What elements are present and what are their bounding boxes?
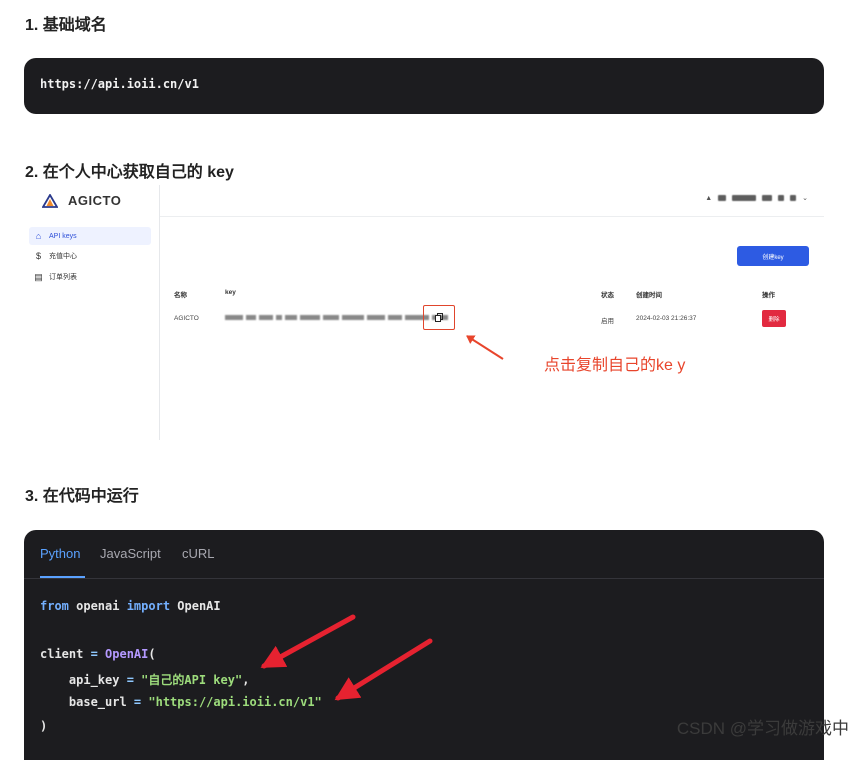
sidebar-item-label: 充值中心 [49, 253, 77, 260]
dashboard-screenshot: AGICTO ⌂ API keys $ 充值中心 ▤ 订单列表 ▲ ⌄ 创建ke… [24, 185, 824, 440]
base-url-code: https://api.ioii.cn/v1 [40, 77, 199, 91]
sidebar-item-label: 订单列表 [49, 274, 77, 281]
copy-icon [435, 313, 443, 322]
avatar-icon: ▲ [705, 194, 713, 202]
dollar-icon: $ [35, 250, 41, 261]
agicto-logo-icon [42, 193, 58, 208]
column-header-key: key [225, 289, 236, 296]
dashboard-topbar: ▲ ⌄ [160, 185, 824, 217]
masked-user-info [778, 195, 785, 201]
dashboard-logo: AGICTO [42, 193, 121, 208]
masked-key-value [225, 315, 448, 320]
section-1-heading: 1. 基础域名 [25, 17, 107, 34]
section-3-heading: 3. 在代码中运行 [25, 488, 139, 505]
code-line-4: base_url = "https://api.ioii.cn/v1" [40, 695, 322, 709]
code-line-1: from openai import OpenAI [40, 599, 221, 613]
copy-key-button[interactable] [423, 305, 455, 330]
base-url-code-block: https://api.ioii.cn/v1 [24, 58, 824, 114]
brand-name: AGICTO [68, 193, 122, 208]
watermark: CSDN @学习做游戏中 [676, 719, 849, 738]
language-tabs: Python JavaScript cURL [24, 530, 824, 579]
sidebar-item-label: API keys [49, 232, 77, 240]
key-name-cell: AGICTO [174, 315, 199, 322]
code-line-3: api_key = "自己的API key", [40, 673, 250, 687]
masked-user-info [718, 195, 727, 201]
user-menu[interactable]: ▲ ⌄ [705, 194, 808, 203]
tab-curl[interactable]: cURL [182, 546, 215, 561]
masked-user-info [762, 195, 773, 201]
column-header-name: 名称 [174, 292, 187, 299]
dashboard-sidebar: AGICTO ⌂ API keys $ 充值中心 ▤ 订单列表 [24, 185, 160, 440]
code-line-2: client = OpenAI( [40, 647, 156, 661]
create-key-button[interactable]: 创建key [737, 246, 809, 266]
section-2-heading: 2. 在个人中心获取自己的 key [25, 164, 234, 181]
sidebar-item-api-keys[interactable]: ⌂ API keys [29, 227, 151, 245]
column-header-created: 创建时间 [636, 292, 662, 299]
tab-javascript[interactable]: JavaScript [100, 546, 161, 561]
code-line-5: ) [40, 719, 48, 733]
masked-user-info [732, 195, 757, 201]
created-time-cell: 2024-02-03 21:26:37 [636, 315, 697, 322]
home-icon: ⌂ [35, 230, 42, 241]
active-tab-indicator [40, 576, 85, 578]
column-header-action: 操作 [762, 292, 775, 299]
chevron-down-icon: ⌄ [802, 195, 808, 202]
sidebar-item-recharge[interactable]: $ 充值中心 [29, 247, 151, 265]
status-badge: 启用 [601, 318, 614, 325]
masked-user-info [790, 195, 797, 201]
column-header-status: 状态 [601, 292, 614, 299]
sidebar-item-orders[interactable]: ▤ 订单列表 [29, 268, 151, 286]
copy-key-annotation: 点击复制自己的ke y [544, 357, 686, 374]
delete-key-button[interactable]: 删除 [762, 310, 786, 327]
list-icon: ▤ [34, 271, 43, 282]
tab-python[interactable]: Python [40, 546, 80, 561]
